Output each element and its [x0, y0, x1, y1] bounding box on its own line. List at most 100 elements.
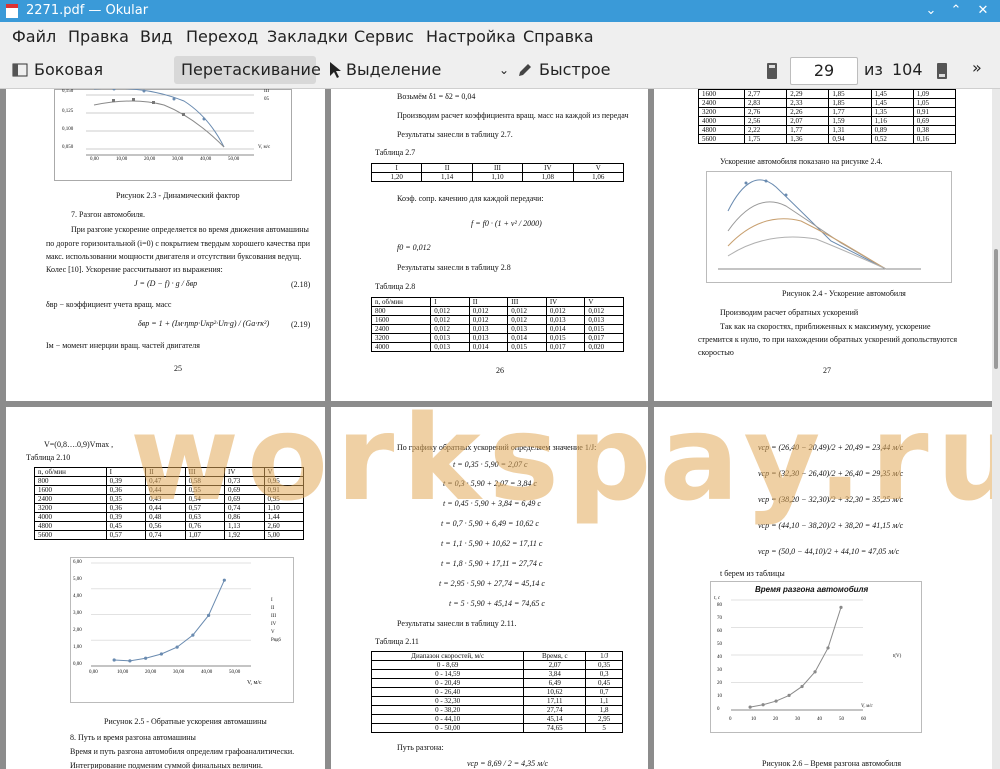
paragraph-line: Интегрирование подменим суммой финальных…: [70, 761, 263, 769]
paragraph-line: Время и путь разгона автомобиля определи…: [70, 747, 295, 756]
y-tick: 5,00: [73, 577, 82, 582]
paragraph-line: скоростью: [698, 348, 734, 357]
paragraph-line: t берем из таблицы: [720, 569, 785, 578]
series-line: [114, 579, 225, 662]
paragraph-line: макс. использовании мощности двигателя и…: [46, 252, 302, 261]
y-tick: 4,00: [73, 594, 82, 599]
paragraph-line: δвр − коэффициент учета вращ. масс: [46, 300, 172, 309]
menu-tools[interactable]: Сервис: [354, 27, 414, 46]
data-point: [774, 699, 778, 703]
dynamic-factor-chart: [54, 89, 292, 181]
x-tick: 50,00: [228, 157, 240, 162]
toolbar-overflow-icon[interactable]: »: [972, 58, 982, 77]
y-tick: 0,150: [62, 89, 74, 94]
window-title: 2271.pdf — Okular: [26, 3, 149, 18]
vertical-scrollbar[interactable]: [992, 89, 1000, 769]
data-point: [222, 578, 226, 582]
chart-legend: 05: [264, 97, 269, 102]
x-tick: 0: [729, 717, 732, 722]
figure-caption: Рисунок 2.4 - Ускорение автомобиля: [782, 289, 906, 298]
next-page-icon[interactable]: [936, 62, 948, 80]
x-axis-unit: V, м/с: [258, 145, 271, 150]
x-tick: 60: [861, 717, 866, 722]
x-tick: 40,00: [201, 670, 213, 675]
figure-caption: Рисунок 2.3 - Динамический фактор: [116, 191, 240, 200]
x-axis-unit: V, м/с: [861, 704, 873, 709]
menu-help[interactable]: Справка: [523, 27, 594, 46]
close-icon[interactable]: ✕: [974, 2, 992, 20]
y-tick: 70: [717, 616, 722, 621]
data-point: [748, 705, 752, 709]
formula: f = f0 · (1 + v² / 2000): [471, 219, 542, 228]
acceleration-time-chart-frame: Время разгона автомобиля t, с 80 70 60 5…: [710, 581, 922, 733]
figure-caption: Рисунок 2.6 – Время разгона автомобиля: [762, 759, 902, 768]
page-number-input[interactable]: 29: [790, 57, 858, 85]
y-tick: 80: [717, 603, 722, 608]
paragraph-line: Путь разгона:: [397, 743, 444, 752]
chevron-down-icon: ⌄: [499, 63, 510, 77]
y-tick: 6,00: [73, 560, 82, 565]
data-point: [112, 658, 116, 662]
x-tick: 10,00: [117, 670, 129, 675]
formula-number: (2.19): [291, 320, 311, 329]
document-viewer[interactable]: 0,150 0,125 0,100 0,050 III 05 0,00 10,0…: [0, 89, 992, 769]
paragraph-line: Результаты занесли в таблицу 2.7.: [397, 130, 513, 139]
title-bar: 2271.pdf — Okular ⌄ ⌃ ✕: [0, 0, 1000, 22]
chart-legend: III: [264, 89, 269, 94]
page-number: 26: [496, 366, 504, 375]
series-line: [750, 607, 842, 708]
paragraph-line: стремится к нулю, то при нахождении обра…: [698, 335, 958, 344]
menu-go[interactable]: Переход: [186, 27, 258, 46]
maximize-icon[interactable]: ⌃: [947, 2, 965, 20]
data-point: [813, 670, 817, 674]
menu-view[interactable]: Вид: [140, 27, 172, 46]
page-25: 0,150 0,125 0,100 0,050 III 05 0,00 10,0…: [6, 89, 325, 401]
table-caption: Таблица 2.7: [375, 148, 416, 157]
y-tick: 0,00: [73, 662, 82, 667]
page-26: Возьмём δ1 = δ2 = 0,04 Производим расчет…: [331, 89, 648, 401]
text-select-button[interactable]: Выделение текста: [324, 56, 492, 107]
y-tick: 2,00: [73, 628, 82, 633]
menu-edit[interactable]: Правка: [68, 27, 129, 46]
average-speed-equation: vср = (50,0 − 44,10)/2 + 44,10 = 47,05 м…: [758, 547, 900, 556]
time-equation: t = 1,8 · 5,90 + 17,11 = 27,74 с: [441, 559, 543, 568]
minimize-icon[interactable]: ⌄: [922, 2, 940, 20]
y-tick: 50: [717, 642, 722, 647]
sidebar-button[interactable]: Боковая панель: [8, 56, 168, 107]
section-heading: 8. Путь и время разгона автомашины: [70, 733, 196, 742]
legend-entry: IV: [271, 622, 277, 627]
legend-entry: I: [271, 598, 273, 603]
pdf-file-icon: [6, 4, 18, 18]
data-point: [787, 693, 791, 697]
paragraph-line: по дороге горизонтальной (i=0) с покрыти…: [46, 239, 311, 248]
x-tick: 40,00: [200, 157, 212, 162]
menu-settings[interactable]: Настройка: [426, 27, 516, 46]
acceleration-time-chart: [731, 599, 863, 711]
paragraph-line: Iм − момент инерции вращ. частей двигате…: [46, 341, 200, 350]
x-tick: 10,00: [116, 157, 128, 162]
legend-entry: II: [271, 606, 275, 611]
data-point: [839, 605, 843, 609]
data-point: [800, 684, 804, 689]
x-tick: 30: [795, 717, 800, 722]
figure-caption: Рисунок 2.5 - Обратные ускорения автомаш…: [104, 717, 267, 726]
formula: f0 = 0,012: [397, 243, 431, 252]
reverse-acceleration-chart-frame: 6,00 5,00 4,00 3,00 2,00 1,00 0,00 0,00 …: [70, 557, 294, 703]
quick-comment-button[interactable]: ⌄ Быстрое комментирование: [496, 56, 756, 107]
scrollbar-thumb[interactable]: [994, 249, 998, 369]
data-point: [175, 645, 179, 649]
watermark: workspay.ru: [130, 389, 992, 527]
pen-icon: [519, 64, 531, 76]
total-pages: 104: [892, 60, 923, 79]
x-tick: 0,00: [89, 670, 98, 675]
x-tick: 50,00: [229, 670, 241, 675]
x-tick: 40: [817, 717, 822, 722]
page-number: 27: [823, 366, 831, 375]
menu-bookmarks[interactable]: Закладки: [267, 27, 348, 46]
y-tick: 3,00: [73, 611, 82, 616]
paragraph-line: Результаты занесли в таблицу 2.11.: [397, 619, 517, 628]
data-point: [826, 646, 830, 650]
previous-page-icon[interactable]: [766, 62, 778, 80]
drag-mode-button[interactable]: Перетаскивание: [174, 56, 321, 84]
menu-file[interactable]: Файл: [12, 27, 56, 46]
